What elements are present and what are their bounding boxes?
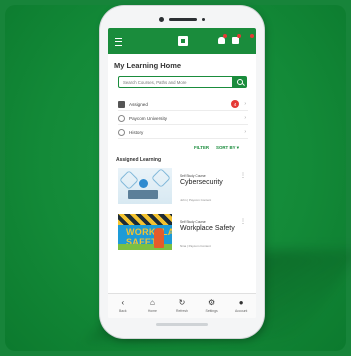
chevron-right-icon: ›: [244, 129, 246, 135]
course-thumbnail: [118, 168, 172, 204]
nav-settings[interactable]: ⚙ Settings: [198, 298, 226, 314]
hexagon-decoration: [119, 170, 139, 190]
nav-label: Refresh: [176, 309, 188, 313]
search-button[interactable]: [233, 76, 247, 88]
camera-icon: [159, 16, 164, 22]
app-screen: My Learning Home Assigned 4 › Paycom Uni…: [108, 28, 256, 318]
filter-bar: FILTER SORT BY ▾: [194, 145, 239, 151]
more-options-icon[interactable]: ⋮: [240, 172, 246, 179]
worker-illustration: [154, 228, 164, 248]
home-indicator: [156, 323, 208, 326]
app-bar: [108, 28, 256, 54]
search-input[interactable]: [118, 76, 233, 88]
message-icon[interactable]: [232, 37, 239, 44]
course-card[interactable]: Self Study Course Cybersecurity John | P…: [118, 168, 248, 208]
menu-row-label: History: [129, 129, 144, 135]
course-author: Nina | Paycom Content: [180, 244, 211, 248]
menu-row-label: Paycom University: [129, 115, 168, 121]
menu-row-paycom-university[interactable]: Paycom University ›: [118, 112, 248, 125]
nav-home[interactable]: ⌂ Home: [138, 298, 166, 314]
menu-row-label: Assigned: [129, 101, 148, 107]
phone-notch: [128, 15, 236, 23]
university-icon: [118, 114, 125, 122]
course-author: John | Paycom Content: [180, 198, 212, 202]
hamburger-menu-icon[interactable]: [115, 38, 122, 46]
more-options-icon[interactable]: ⋮: [240, 218, 246, 225]
nav-label: Home: [147, 309, 157, 313]
search-bar: [118, 76, 247, 88]
sensor-dot: [202, 17, 205, 21]
nav-back[interactable]: ‹ Back: [109, 298, 137, 314]
hazard-stripes: [118, 214, 172, 225]
course-thumbnail: WORKPLACE SAFETY: [118, 214, 172, 250]
back-icon: ‹: [121, 298, 125, 307]
sort-by-button[interactable]: SORT BY ▾: [216, 145, 239, 151]
course-card[interactable]: WORKPLACE SAFETY Self Study Course Workp…: [118, 214, 248, 254]
nav-label: Back: [119, 309, 127, 313]
chevron-right-icon: ›: [244, 101, 246, 107]
nav-label: Settings: [205, 309, 218, 313]
bottom-navigation: ‹ Back ⌂ Home ↻ Refresh ⚙ Settings ● Acc…: [108, 293, 256, 318]
history-icon: [118, 128, 125, 136]
lock-icon: [139, 179, 148, 188]
message-badge: [237, 34, 241, 38]
account-icon: ●: [238, 298, 244, 307]
notification-icon[interactable]: [218, 37, 225, 44]
assigned-count-badge: 4: [231, 100, 239, 108]
menu-row-assigned[interactable]: Assigned 4 ›: [118, 98, 248, 111]
nav-refresh[interactable]: ↻ Refresh: [168, 298, 196, 314]
nav-label: Account: [235, 309, 248, 313]
laptop-illustration: [128, 190, 158, 199]
alert-badge: [250, 34, 254, 38]
refresh-icon: ↻: [178, 298, 186, 307]
course-type: Self Study Course: [180, 220, 206, 224]
chevron-right-icon: ›: [244, 115, 246, 121]
course-title: Workplace Safety: [180, 225, 235, 232]
speaker-grille: [169, 17, 197, 21]
course-title: Cybersecurity: [180, 179, 223, 186]
notification-badge: [223, 34, 227, 38]
hexagon-decoration: [151, 168, 171, 188]
home-icon: ⌂: [149, 298, 155, 307]
nav-account[interactable]: ● Account: [227, 298, 255, 314]
gear-icon: ⚙: [207, 298, 216, 307]
page-title: My Learning Home: [114, 61, 182, 70]
app-logo[interactable]: [178, 36, 188, 46]
course-type: Self Study Course: [180, 174, 206, 178]
filter-button[interactable]: FILTER: [194, 145, 209, 151]
menu-row-history[interactable]: History ›: [118, 126, 248, 139]
assigned-icon: [118, 100, 125, 108]
phone-device: My Learning Home Assigned 4 › Paycom Uni…: [100, 6, 264, 338]
section-title: Assigned Learning: [116, 157, 162, 163]
